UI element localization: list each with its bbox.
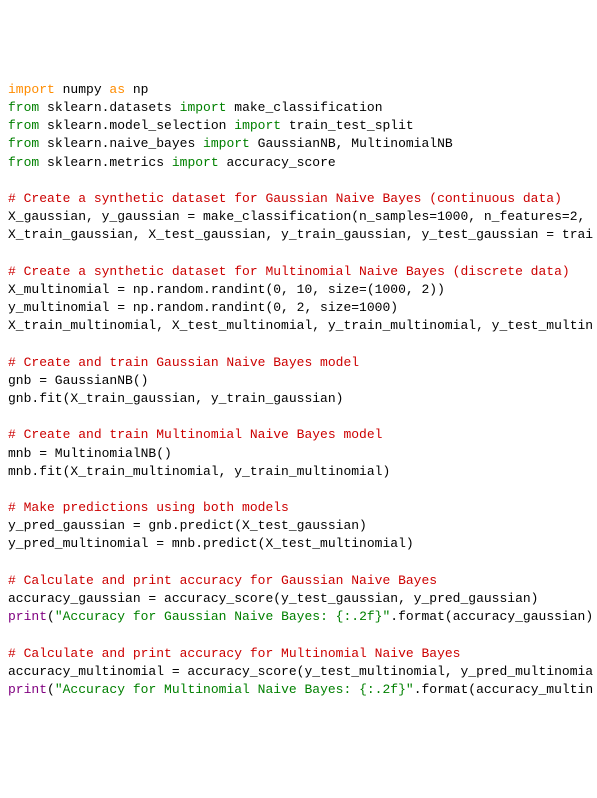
comment-text: # Create a synthetic dataset for Multino… bbox=[8, 264, 570, 279]
code-token: sklearn.naive_bayes bbox=[39, 136, 203, 151]
code-block: import numpy as npfrom sklearn.datasets … bbox=[8, 81, 589, 699]
comment-text: # Create and train Gaussian Naive Bayes … bbox=[8, 355, 359, 370]
code-line: # Create a synthetic dataset for Gaussia… bbox=[8, 190, 589, 208]
code-token: ( bbox=[47, 609, 55, 624]
comment-text: # Create and train Multinomial Naive Bay… bbox=[8, 427, 382, 442]
code-token: accuracy_multinomial = accuracy_score(y_… bbox=[8, 664, 593, 679]
code-token: mnb = MultinomialNB() bbox=[8, 446, 172, 461]
code-token: y_pred_gaussian = gnb.predict(X_test_gau… bbox=[8, 518, 367, 533]
code-token: "Accuracy for Multinomial Naive Bayes: {… bbox=[55, 682, 414, 697]
code-line: mnb.fit(X_train_multinomial, y_train_mul… bbox=[8, 463, 589, 481]
code-token: sklearn.metrics bbox=[39, 155, 172, 170]
code-token: X_gaussian, y_gaussian = make_classifica… bbox=[8, 209, 585, 224]
code-token: GaussianNB, MultinomialNB bbox=[250, 136, 453, 151]
code-line: X_train_gaussian, X_test_gaussian, y_tra… bbox=[8, 226, 589, 244]
code-token: import bbox=[234, 118, 281, 133]
code-line: # Create a synthetic dataset for Multino… bbox=[8, 263, 589, 281]
code-line: # Calculate and print accuracy for Gauss… bbox=[8, 572, 589, 590]
code-token: from bbox=[8, 118, 39, 133]
code-line: gnb.fit(X_train_gaussian, y_train_gaussi… bbox=[8, 390, 589, 408]
code-token: import bbox=[203, 136, 250, 151]
code-token: accuracy_score bbox=[219, 155, 336, 170]
code-token: y_pred_multinomial = mnb.predict(X_test_… bbox=[8, 536, 414, 551]
code-line: y_pred_gaussian = gnb.predict(X_test_gau… bbox=[8, 517, 589, 535]
code-token: as bbox=[109, 82, 125, 97]
code-token: from bbox=[8, 155, 39, 170]
code-token: mnb.fit(X_train_multinomial, y_train_mul… bbox=[8, 464, 390, 479]
code-line: # Make predictions using both models bbox=[8, 499, 589, 517]
code-token: print bbox=[8, 682, 47, 697]
code-token: numpy bbox=[55, 82, 110, 97]
code-token: "Accuracy for Gaussian Naive Bayes: {:.2… bbox=[55, 609, 390, 624]
code-token: import bbox=[172, 155, 219, 170]
code-token: from bbox=[8, 136, 39, 151]
code-line bbox=[8, 554, 589, 572]
code-line bbox=[8, 244, 589, 262]
code-line: X_multinomial = np.random.randint(0, 10,… bbox=[8, 281, 589, 299]
code-line: from sklearn.model_selection import trai… bbox=[8, 117, 589, 135]
code-line: from sklearn.naive_bayes import Gaussian… bbox=[8, 135, 589, 153]
code-token: .format(accuracy_gaussian) bbox=[390, 609, 593, 624]
code-token: gnb.fit(X_train_gaussian, y_train_gaussi… bbox=[8, 391, 343, 406]
code-token: import bbox=[180, 100, 227, 115]
code-token: .format(accuracy_multin bbox=[414, 682, 593, 697]
code-line bbox=[8, 335, 589, 353]
comment-text: # Make predictions using both models bbox=[8, 500, 289, 515]
code-line: accuracy_multinomial = accuracy_score(y_… bbox=[8, 663, 589, 681]
code-line: mnb = MultinomialNB() bbox=[8, 445, 589, 463]
code-line bbox=[8, 172, 589, 190]
comment-text: # Calculate and print accuracy for Multi… bbox=[8, 646, 460, 661]
code-line: y_pred_multinomial = mnb.predict(X_test_… bbox=[8, 535, 589, 553]
code-line: import numpy as np bbox=[8, 81, 589, 99]
code-line: # Create and train Gaussian Naive Bayes … bbox=[8, 354, 589, 372]
code-line: from sklearn.datasets import make_classi… bbox=[8, 99, 589, 117]
code-token: ( bbox=[47, 682, 55, 697]
code-token: import bbox=[8, 82, 55, 97]
code-line: X_gaussian, y_gaussian = make_classifica… bbox=[8, 208, 589, 226]
code-line: print("Accuracy for Multinomial Naive Ba… bbox=[8, 681, 589, 699]
code-token: X_train_gaussian, X_test_gaussian, y_tra… bbox=[8, 227, 593, 242]
comment-text: # Create a synthetic dataset for Gaussia… bbox=[8, 191, 562, 206]
code-line: gnb = GaussianNB() bbox=[8, 372, 589, 390]
code-line: # Create and train Multinomial Naive Bay… bbox=[8, 426, 589, 444]
code-token: X_train_multinomial, X_test_multinomial,… bbox=[8, 318, 593, 333]
code-line: # Calculate and print accuracy for Multi… bbox=[8, 645, 589, 663]
code-token: sklearn.datasets bbox=[39, 100, 179, 115]
comment-text: # Calculate and print accuracy for Gauss… bbox=[8, 573, 437, 588]
code-line bbox=[8, 626, 589, 644]
code-token: train_test_split bbox=[281, 118, 414, 133]
code-token: np bbox=[125, 82, 148, 97]
code-line: accuracy_gaussian = accuracy_score(y_tes… bbox=[8, 590, 589, 608]
code-token: accuracy_gaussian = accuracy_score(y_tes… bbox=[8, 591, 539, 606]
code-line bbox=[8, 408, 589, 426]
code-token: print bbox=[8, 609, 47, 624]
code-token: sklearn.model_selection bbox=[39, 118, 234, 133]
code-token: gnb = GaussianNB() bbox=[8, 373, 148, 388]
code-token: y_multinomial = np.random.randint(0, 2, … bbox=[8, 300, 398, 315]
code-token: make_classification bbox=[226, 100, 382, 115]
code-line: from sklearn.metrics import accuracy_sco… bbox=[8, 154, 589, 172]
code-line: y_multinomial = np.random.randint(0, 2, … bbox=[8, 299, 589, 317]
code-line bbox=[8, 481, 589, 499]
code-line: print("Accuracy for Gaussian Naive Bayes… bbox=[8, 608, 589, 626]
code-token: X_multinomial = np.random.randint(0, 10,… bbox=[8, 282, 445, 297]
code-line: X_train_multinomial, X_test_multinomial,… bbox=[8, 317, 589, 335]
code-token: from bbox=[8, 100, 39, 115]
